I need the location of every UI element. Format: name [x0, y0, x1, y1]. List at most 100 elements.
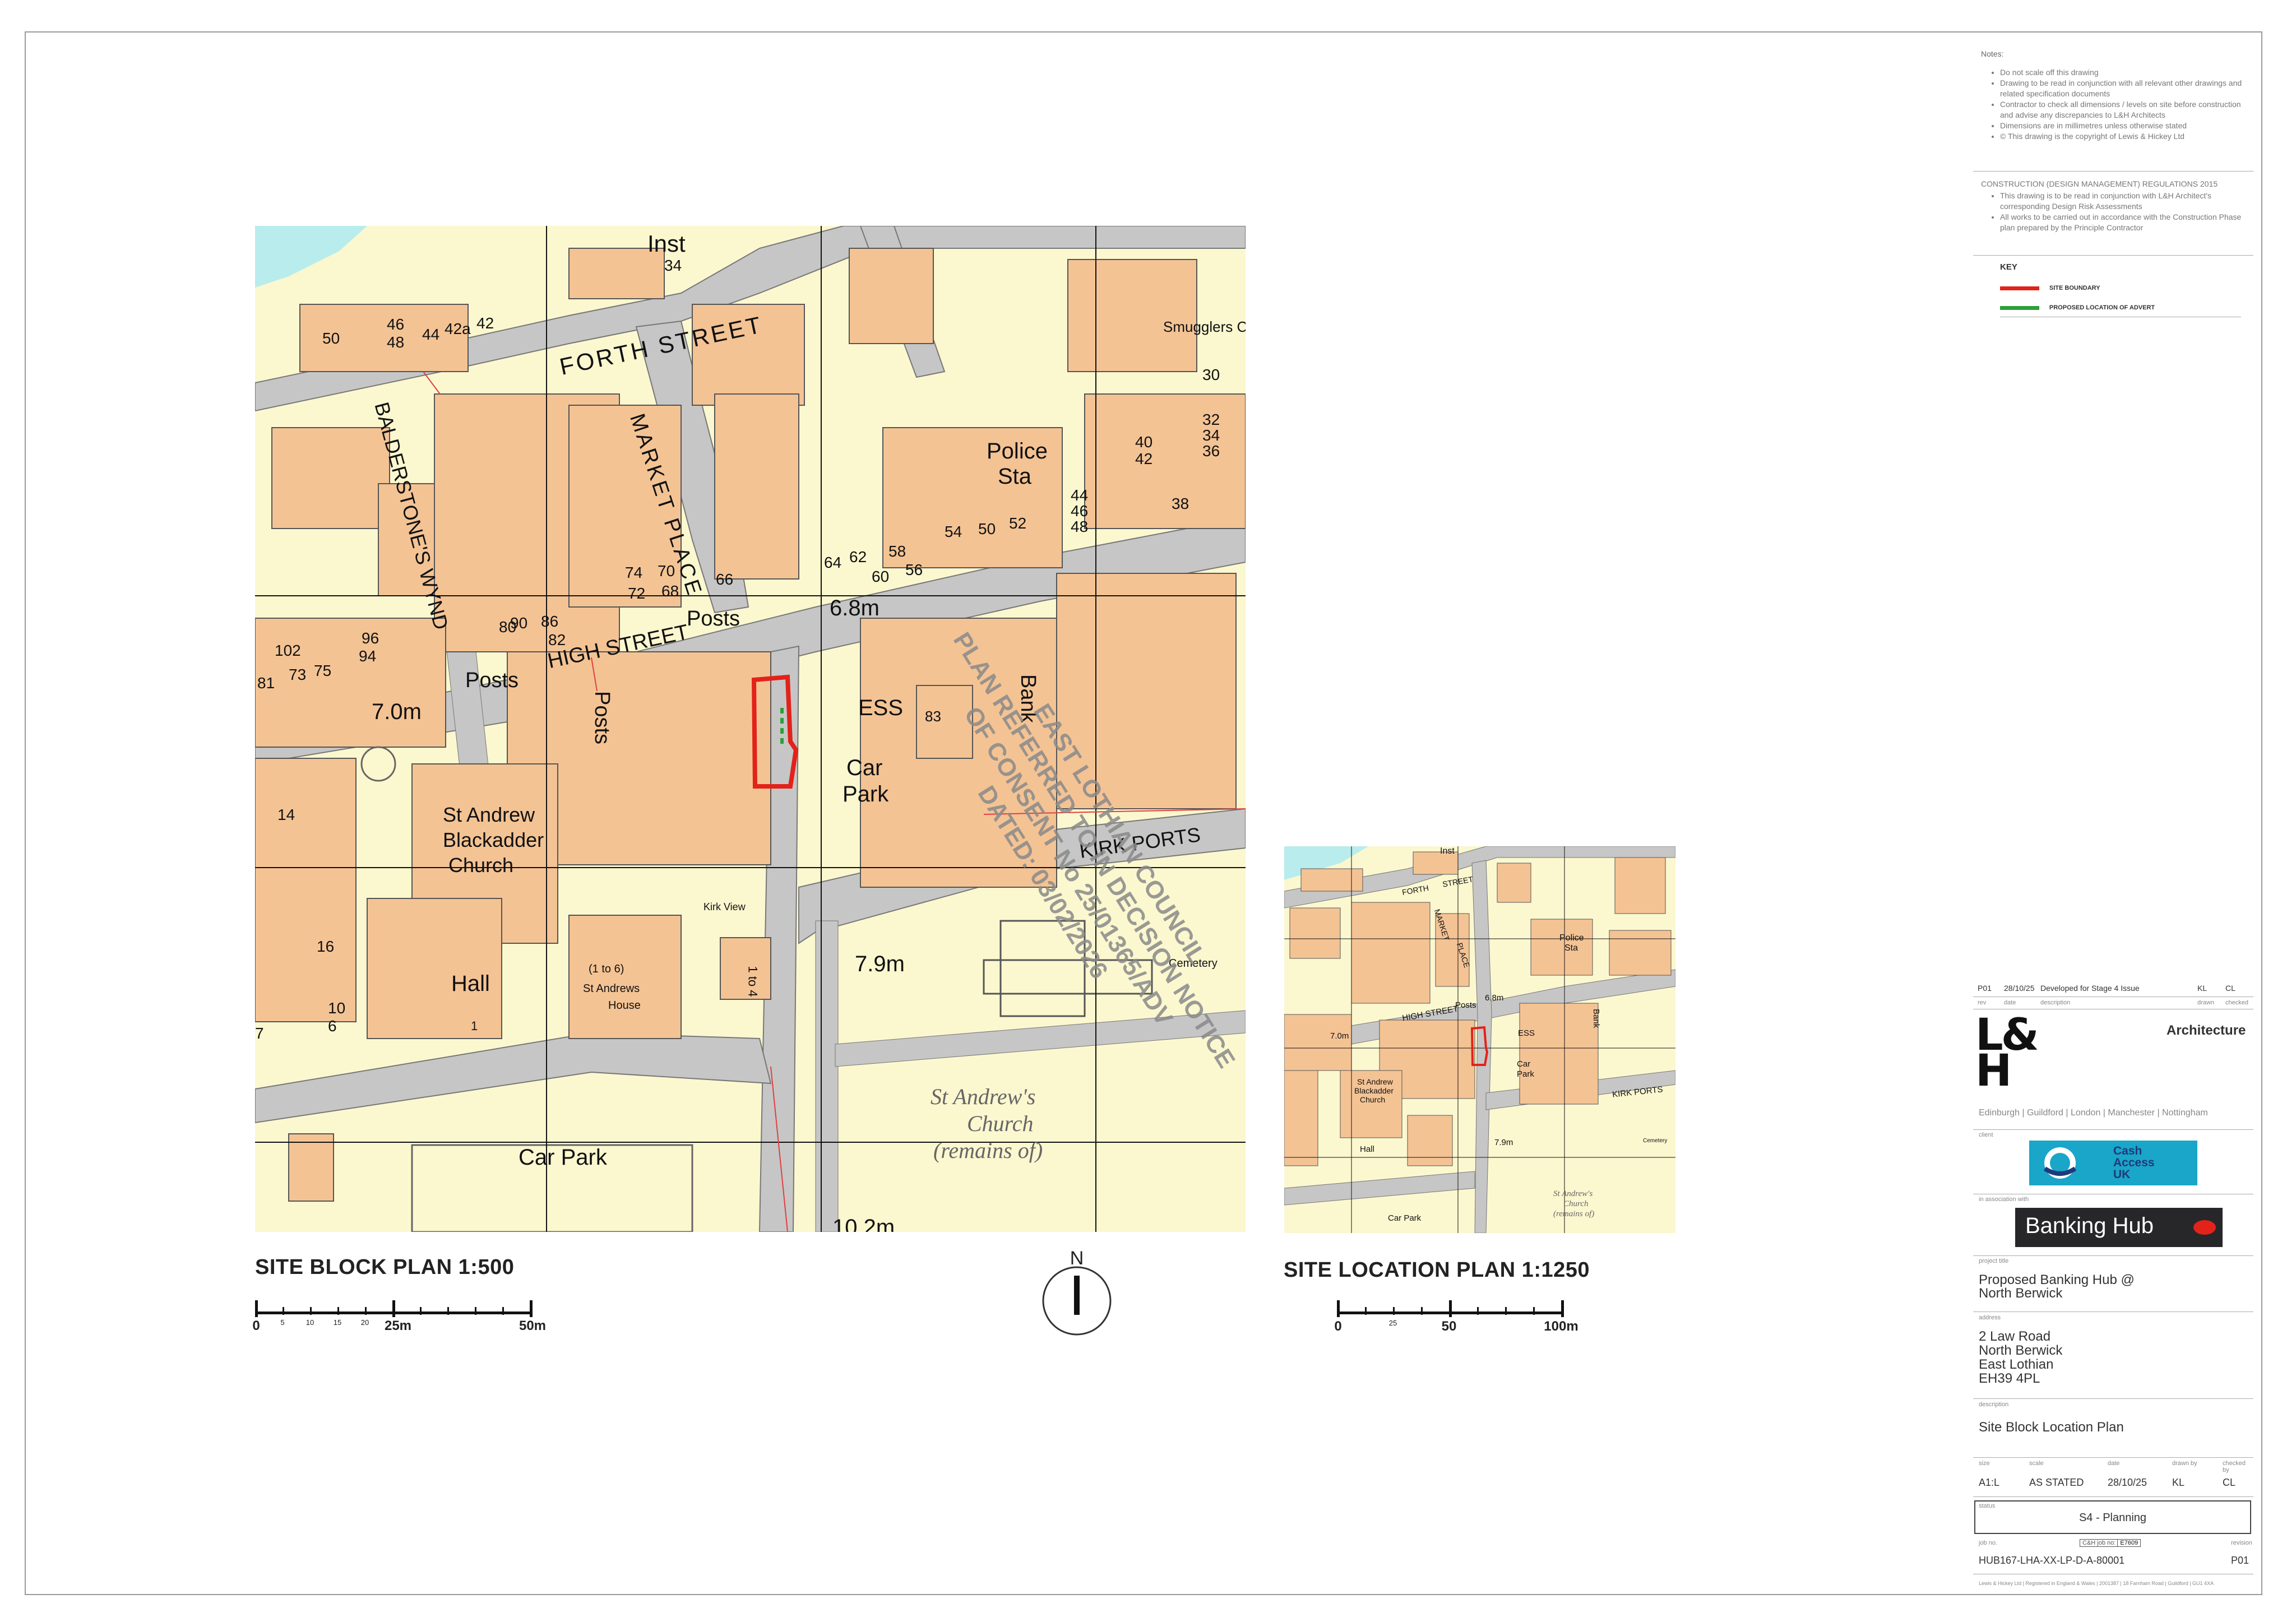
house-number: 70	[658, 562, 675, 580]
site-block-plan-map: Inst FORTH STREET MARKET PLACE BALDERSTO…	[255, 226, 1246, 1232]
house-number: 42	[1135, 450, 1153, 467]
status-box: status S4 - Planning	[1974, 1500, 2251, 1534]
address-line: North Berwick	[1979, 1343, 2063, 1358]
address-line: EH39 4PL	[1979, 1371, 2040, 1386]
note-item: Do not scale off this drawing	[2000, 67, 2244, 78]
meta-drawn-by: KL	[2172, 1477, 2185, 1488]
scale-label: 50m	[519, 1318, 547, 1333]
house-number: 86	[541, 613, 559, 630]
house-number: 90	[510, 614, 528, 632]
rev-drawn: KL	[2197, 984, 2207, 993]
rev-header: description	[2040, 999, 2071, 1006]
house-number: 30	[1202, 366, 1220, 383]
house-number: 6	[328, 1017, 337, 1035]
company-footer: Lewis & Hickey Ltd | Registered in Engla…	[1979, 1581, 2214, 1586]
cash-access-logo: Cash Access UK	[2029, 1141, 2197, 1185]
cad-reference: C&H job no: E7609	[2080, 1539, 2141, 1547]
label-kirk-view: Kirk View	[703, 901, 746, 912]
note-item: Contractor to check all dimensions / lev…	[2000, 99, 2244, 121]
location-plan-scale-bar: 0 25 50 100m	[1334, 1297, 1578, 1342]
label-car-park-1: Car	[846, 756, 883, 780]
house-number: 72	[628, 585, 646, 602]
note-item: © This drawing is the copyright of Lewis…	[2000, 131, 2244, 142]
lower-road	[255, 1032, 772, 1124]
compass-icon	[1042, 1266, 1112, 1336]
title-block: Notes: Do not scale off this drawing Dra…	[1973, 45, 2253, 1592]
scale-tick	[337, 1307, 339, 1315]
loc-label-bank: Bank	[1591, 1009, 1601, 1028]
house-number: 48	[387, 333, 405, 351]
notes-section: Notes: Do not scale off this drawing Dra…	[1981, 49, 2244, 142]
label-level-10-2: 10.2m	[832, 1215, 895, 1232]
loc-label-cemetery: Cemetery	[1643, 1138, 1668, 1144]
house-number: 42	[476, 314, 494, 332]
description-label: description	[1979, 1401, 2009, 1408]
house-number: 42a	[445, 320, 471, 337]
loc-label-church-2: Blackadder	[1354, 1086, 1394, 1095]
key-item-advert: PROPOSED LOCATION OF ADVERT	[2000, 303, 2241, 312]
house-number: 68	[661, 582, 679, 600]
scale-tick	[1337, 1300, 1340, 1317]
label-posts-left: Posts	[465, 669, 519, 692]
address-line: East Lothian	[1979, 1357, 2054, 1372]
label-police-sta: Sta	[998, 464, 1032, 489]
label-ruin-1: St Andrew's	[931, 1084, 1036, 1109]
scale-tick	[392, 1300, 395, 1317]
label-ruin-2: Church	[967, 1111, 1034, 1136]
cash-access-icon	[2043, 1147, 2077, 1179]
house-number: 7	[255, 1025, 264, 1042]
rev-description: Developed for Stage 4 Issue	[2040, 984, 2140, 993]
scale-tick	[447, 1307, 449, 1315]
rev-date: 28/10/25	[2004, 984, 2035, 993]
address-line: 2 Law Road	[1979, 1329, 2051, 1344]
key-label: SITE BOUNDARY	[2049, 285, 2100, 292]
scale-tick	[365, 1307, 367, 1315]
logo-line: UK	[2113, 1168, 2131, 1181]
house-number: 44	[422, 326, 440, 343]
cdm-heading: CONSTRUCTION (DESIGN MANAGEMENT) REGULAT…	[1981, 179, 2218, 188]
address-block: 2 Law Road North Berwick East Lothian EH…	[1979, 1329, 2062, 1385]
scale-tick	[1533, 1307, 1535, 1315]
drawing-description: Site Block Location Plan	[1979, 1420, 2124, 1435]
banking-hub-name: Banking Hub	[2025, 1213, 2154, 1238]
house-number: 38	[1172, 495, 1189, 512]
label-police: Police	[987, 439, 1048, 464]
scale-label: 15	[333, 1318, 342, 1327]
site-boundary-swatch	[2000, 286, 2039, 290]
notes-list: Do not scale off this drawing Drawing to…	[1981, 67, 2244, 142]
meta-label: checked by	[2223, 1460, 2246, 1473]
scale-tick	[1365, 1307, 1367, 1315]
label-level-7-9: 7.9m	[855, 952, 905, 976]
loc-label-church-3: Church	[1360, 1095, 1386, 1104]
job-label: job no.	[1979, 1540, 1998, 1546]
rev-header: drawn	[2197, 999, 2214, 1006]
scale-label: 25	[1388, 1319, 1397, 1327]
divider	[1973, 1496, 2253, 1497]
site-location-plan-map: Inst FORTH STREET MARKET PLACE Police St…	[1284, 846, 1675, 1233]
scale-tick	[1449, 1300, 1452, 1317]
house-number: 1	[471, 1019, 478, 1033]
house-number: 56	[905, 561, 923, 578]
location-plan-title: SITE LOCATION PLAN 1:1250	[1284, 1258, 1590, 1282]
label-st-andrews-house-1: St Andrews	[583, 983, 640, 995]
rev-header: date	[2004, 999, 2016, 1006]
scale-tick	[1561, 1300, 1564, 1317]
block-plan-drawing	[255, 226, 1246, 1232]
lh-logo: L& H	[1975, 1013, 2039, 1093]
cdm-item: This drawing is to be read in conjunctio…	[2000, 191, 2244, 212]
loc-label-ruin-3: (remains of)	[1553, 1209, 1595, 1218]
loc-label-sta: Sta	[1564, 943, 1578, 953]
house-number: 64	[824, 554, 842, 571]
rev-checked: CL	[2225, 984, 2235, 993]
meta-label: scale	[2029, 1460, 2044, 1467]
loc-label-car-park: Car Park	[1388, 1213, 1422, 1223]
scale-tick	[1421, 1307, 1423, 1315]
divider	[1973, 1129, 2253, 1130]
loc-label-inst: Inst	[1440, 846, 1455, 856]
divider	[1973, 1457, 2253, 1458]
house-number: 96	[362, 629, 379, 647]
divider	[1973, 255, 2253, 256]
loc-label-level-6-8: 6.8m	[1485, 993, 1504, 1003]
note-item: Drawing to be read in conjunction with a…	[2000, 78, 2244, 99]
brand-mark-icon	[2193, 1220, 2216, 1235]
